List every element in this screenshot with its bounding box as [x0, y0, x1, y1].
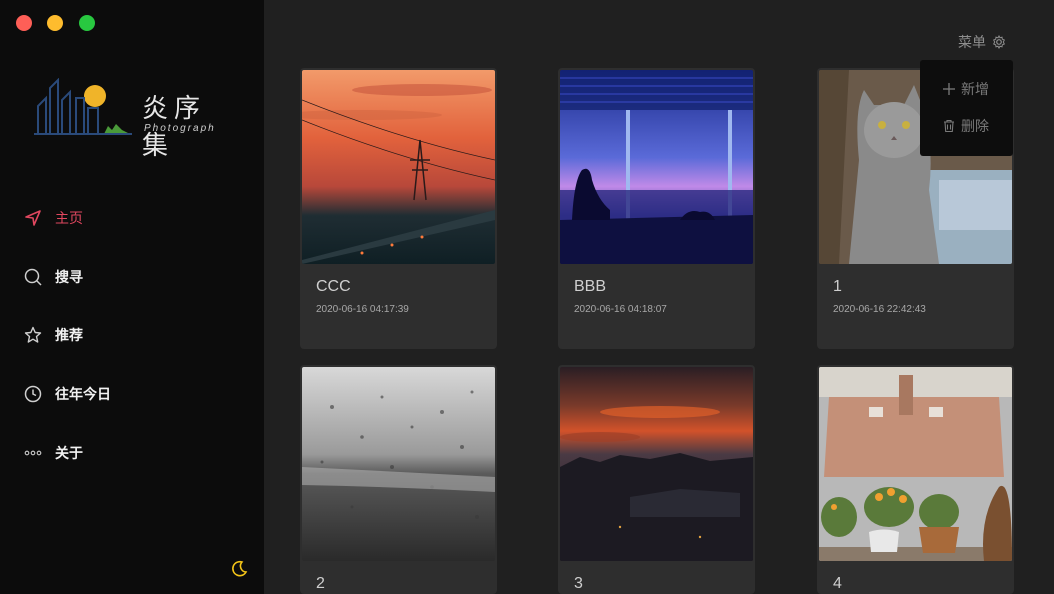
delete-menu-item-label: 删除 — [961, 118, 989, 134]
nav-item-label: 往年今日 — [55, 386, 111, 402]
photo-title: 2 — [316, 575, 325, 592]
photo-thumbnail-girl-by-window-night-city — [560, 70, 753, 264]
delete-menu-item[interactable]: 删除 — [942, 116, 989, 136]
photo-title: 3 — [574, 575, 583, 592]
add-menu-item[interactable]: 新增 — [942, 79, 989, 99]
trash-icon — [944, 119, 954, 133]
photo-card[interactable]: 3 — [558, 365, 755, 594]
photo-title: CCC — [316, 278, 351, 295]
photo-card[interactable]: BBB 2020-06-16 04:18:07 — [558, 68, 755, 349]
nav-item-label: 关于 — [55, 445, 83, 461]
photo-date: 2020-06-16 04:17:39 — [316, 304, 409, 315]
photo-thumbnail-flowers-on-windowsill — [819, 367, 1012, 561]
logo-subtitle: Photograph — [144, 123, 216, 134]
navigation-arrow-icon — [25, 210, 41, 226]
photo-card[interactable]: 2 — [300, 365, 497, 594]
plus-icon — [943, 83, 955, 95]
window-close-button[interactable] — [16, 15, 32, 31]
nav-item-label: 搜寻 — [55, 269, 83, 285]
menu-button[interactable]: 菜单 — [958, 33, 1006, 51]
city-skyline-logo-icon — [34, 78, 132, 135]
nav-item-search[interactable]: 搜寻 — [24, 265, 83, 289]
menu-label: 菜单 — [958, 34, 986, 50]
sidebar: 炎序集 Photograph 主页 搜寻 推荐 往年今日 关于 — [0, 0, 264, 594]
menu-dropdown: 新增 删除 — [920, 60, 1013, 156]
nav-item-label: 主页 — [55, 210, 83, 226]
photo-title: BBB — [574, 278, 607, 295]
nav-item-home[interactable]: 主页 — [24, 206, 83, 230]
window-maximize-button[interactable] — [79, 15, 95, 31]
nav-item-label: 推荐 — [55, 327, 83, 343]
photo-card[interactable]: 4 — [817, 365, 1014, 594]
search-icon — [24, 268, 42, 286]
app-logo: 炎序集 Photograph — [34, 78, 234, 161]
window-minimize-button[interactable] — [47, 15, 63, 31]
photo-title: 1 — [833, 278, 842, 295]
photo-card[interactable]: CCC 2020-06-16 04:17:39 — [300, 68, 497, 349]
photo-date: 2020-06-16 22:42:43 — [833, 304, 926, 315]
photo-thumbnail-rainy-window-monochrome — [302, 367, 495, 561]
nav-item-about[interactable]: 关于 — [24, 441, 83, 465]
nav-item-recommend[interactable]: 推荐 — [24, 323, 83, 347]
photo-title: 4 — [833, 575, 842, 592]
clock-icon — [24, 385, 42, 403]
nav-item-on-this-day[interactable]: 往年今日 — [24, 382, 111, 406]
moon-icon[interactable] — [230, 560, 248, 578]
photo-thumbnail-sunset-power-lines — [302, 70, 495, 264]
more-dots-icon — [24, 450, 42, 456]
gear-icon — [993, 35, 1005, 49]
add-menu-item-label: 新增 — [961, 81, 989, 97]
star-icon — [24, 326, 42, 343]
photo-date: 2020-06-16 04:18:07 — [574, 304, 667, 315]
photo-thumbnail-red-sky-city-dusk — [560, 367, 753, 561]
